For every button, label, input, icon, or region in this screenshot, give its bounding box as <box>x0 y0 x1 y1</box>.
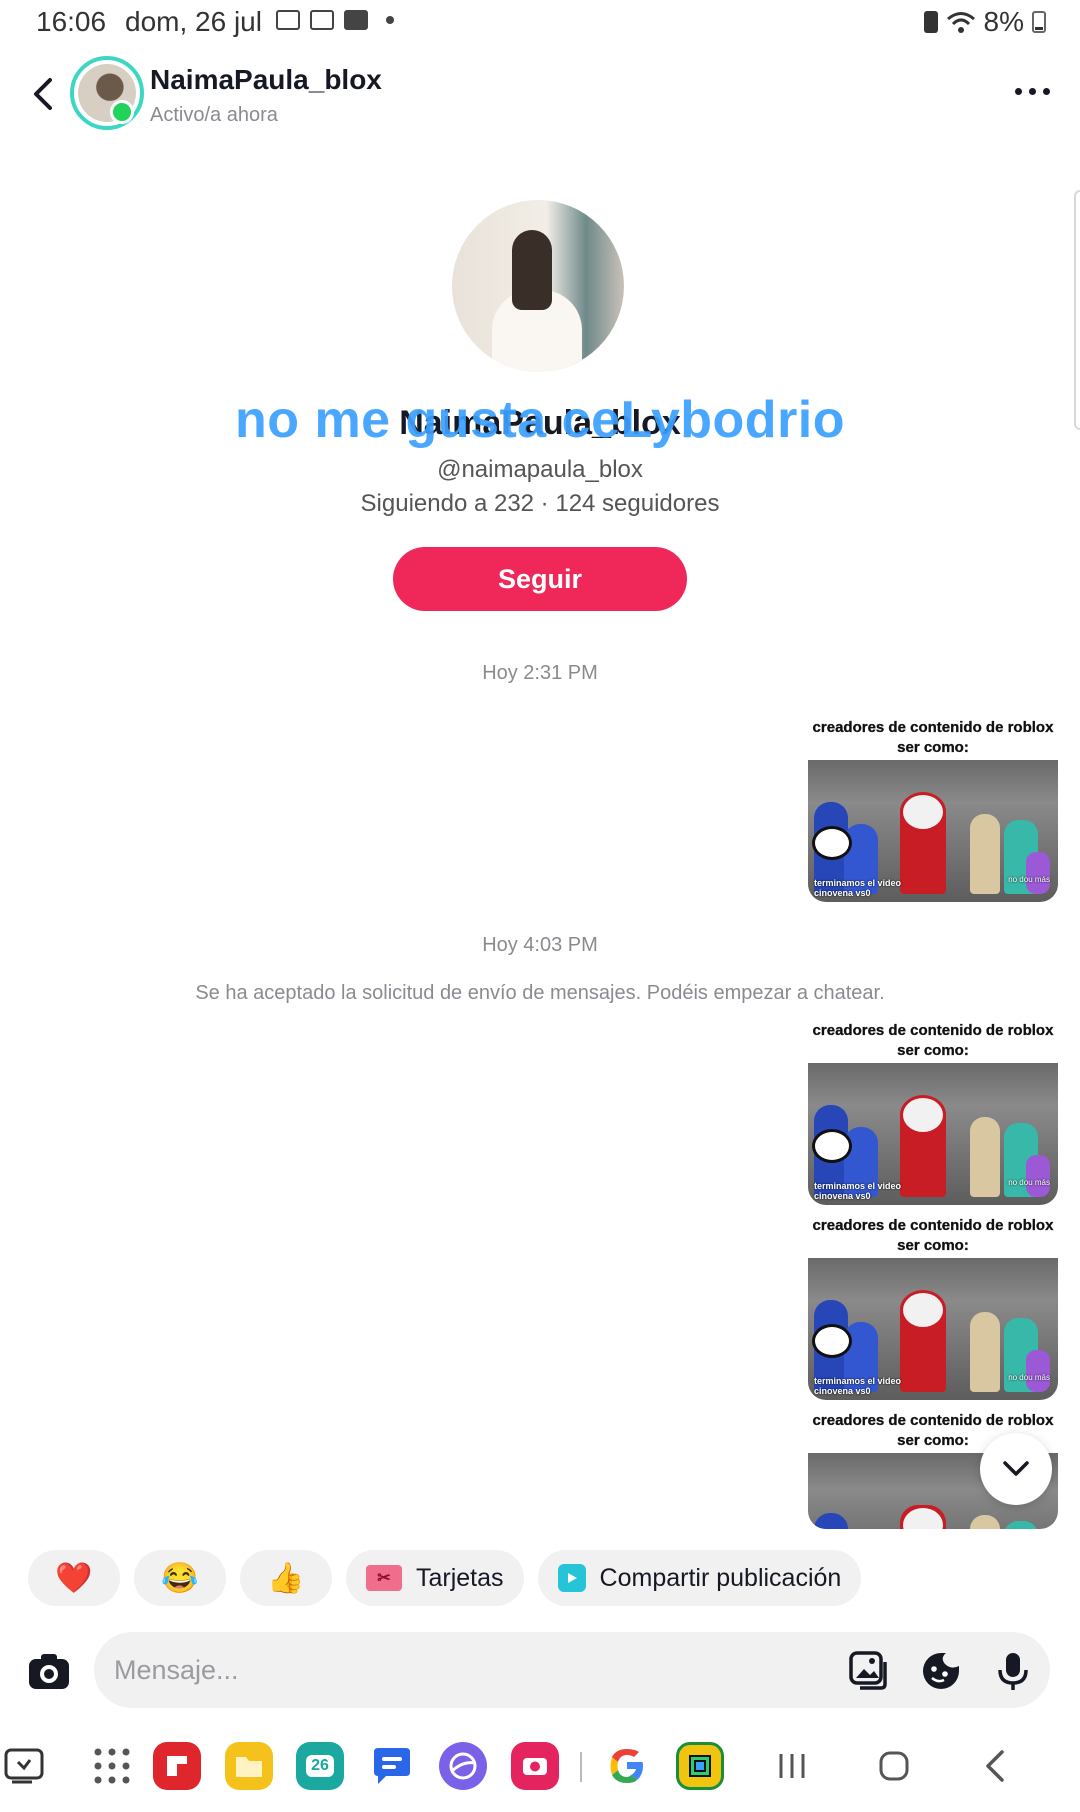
play-icon <box>557 1564 586 1592</box>
cards-button[interactable]: ✂ Tarjetas <box>346 1550 524 1606</box>
flipboard-app-icon[interactable] <box>153 1742 201 1790</box>
meme-message[interactable]: creadores de contenido de roblox ser com… <box>808 1017 1058 1205</box>
meme-caption-left: terminamos el video cinovena vs0 <box>814 878 902 898</box>
battery-saver-icon <box>923 11 938 33</box>
more-notifications-dot <box>386 16 394 24</box>
status-right: 8% <box>923 6 1046 38</box>
status-bar: 16:06 dom, 26 jul 8% <box>0 0 1080 44</box>
meme-image: no dou más terminamos el video cinovena … <box>808 760 1058 902</box>
system-notice: Se ha aceptado la solicitud de envío de … <box>195 982 885 1004</box>
sticker-icon[interactable] <box>920 1650 962 1692</box>
home-nav-icon[interactable] <box>870 1742 918 1790</box>
message-input[interactable] <box>94 1632 1050 1708</box>
profile-picture[interactable] <box>452 200 624 372</box>
screen-recorder-app-icon[interactable] <box>511 1742 559 1790</box>
share-post-label: Compartir publicación <box>599 1563 842 1592</box>
messages-app-icon[interactable] <box>368 1742 416 1790</box>
follow-button[interactable]: Seguir <box>393 547 687 611</box>
system-taskbar: 26 <box>0 1730 1080 1812</box>
profile-stats: Siguiendo a 232 · 124 seguidores <box>360 490 720 517</box>
online-indicator <box>110 100 134 124</box>
contact-card-icon <box>344 10 368 30</box>
meme-caption-left: terminamos el video cinovena vs0 <box>814 1376 902 1396</box>
laugh-reaction-button[interactable]: 😂 <box>134 1550 226 1606</box>
camera-icon[interactable] <box>26 1648 72 1694</box>
microphone-icon[interactable] <box>992 1650 1034 1692</box>
meme-title: creadores de contenido de roblox ser com… <box>808 1212 1058 1258</box>
geometry-dash-app-icon[interactable] <box>676 1742 724 1790</box>
internet-app-icon[interactable] <box>439 1742 487 1790</box>
meme-title: creadores de contenido de roblox ser com… <box>808 1017 1058 1063</box>
meme-message[interactable]: creadores de contenido de roblox ser com… <box>808 714 1058 902</box>
profile-handle: @naimapaula_blox <box>437 456 643 483</box>
message-timestamp: Hoy 4:03 PM <box>482 934 598 956</box>
video-caption-overlay: no me gusta ceLybodrio <box>234 391 846 449</box>
quick-replies: ❤️ 😂 👍 ✂ Tarjetas Compartir publicación <box>28 1550 862 1606</box>
message-timestamp: Hoy 2:31 PM <box>482 662 598 684</box>
taskbar-divider <box>580 1752 582 1782</box>
google-app-icon[interactable] <box>603 1742 651 1790</box>
battery-percent: 8% <box>983 6 1024 37</box>
meme-image: no dou más terminamos el video cinovena … <box>808 1258 1058 1400</box>
meme-image: no dou más terminamos el video cinovena … <box>808 1063 1058 1205</box>
status-time: 16:06 <box>36 6 107 37</box>
chat-header: NaimaPaula_blox Activo/a ahora <box>0 50 1080 150</box>
cards-icon: ✂ <box>366 1565 402 1591</box>
scroll-to-bottom-button[interactable] <box>980 1433 1052 1505</box>
gallery-icon[interactable] <box>848 1650 890 1692</box>
meme-caption-left: terminamos el video cinovena vs0 <box>814 1181 902 1201</box>
cards-label: Tarjetas <box>416 1563 504 1592</box>
notification-icons <box>276 10 394 30</box>
files-app-icon[interactable] <box>225 1742 273 1790</box>
wifi-icon <box>946 12 975 33</box>
back-nav-icon[interactable] <box>972 1742 1020 1790</box>
calendar-day: 26 <box>306 1755 334 1777</box>
more-options-icon[interactable] <box>1015 88 1050 95</box>
share-post-button[interactable]: Compartir publicación <box>537 1550 862 1606</box>
meme-caption-right: no dou más <box>1008 1178 1050 1187</box>
back-arrow-icon[interactable] <box>24 72 64 116</box>
meme-caption-right: no dou más <box>1008 875 1050 884</box>
thumbs-up-reaction-button[interactable]: 👍 <box>240 1550 332 1606</box>
app-drawer-icon[interactable] <box>88 1742 136 1790</box>
header-avatar[interactable] <box>70 56 144 130</box>
recents-nav-icon[interactable] <box>768 1742 816 1790</box>
meme-caption-right: no dou más <box>1008 1373 1050 1382</box>
chevron-down-icon <box>1003 1461 1029 1476</box>
header-status: Activo/a ahora <box>150 104 278 126</box>
status-date: dom, 26 jul <box>125 6 262 37</box>
battery-icon <box>1032 11 1046 33</box>
calendar-app-icon[interactable]: 26 <box>296 1742 344 1790</box>
heart-reaction-button[interactable]: ❤️ <box>28 1550 120 1606</box>
meme-message[interactable]: creadores de contenido de roblox ser com… <box>808 1212 1058 1400</box>
recent-apps-launcher-icon[interactable] <box>2 1742 50 1790</box>
screen-capture-icon <box>310 10 334 30</box>
screenshot-icon <box>276 10 300 30</box>
header-username[interactable]: NaimaPaula_blox <box>150 64 382 96</box>
meme-title: creadores de contenido de roblox ser com… <box>808 714 1058 760</box>
